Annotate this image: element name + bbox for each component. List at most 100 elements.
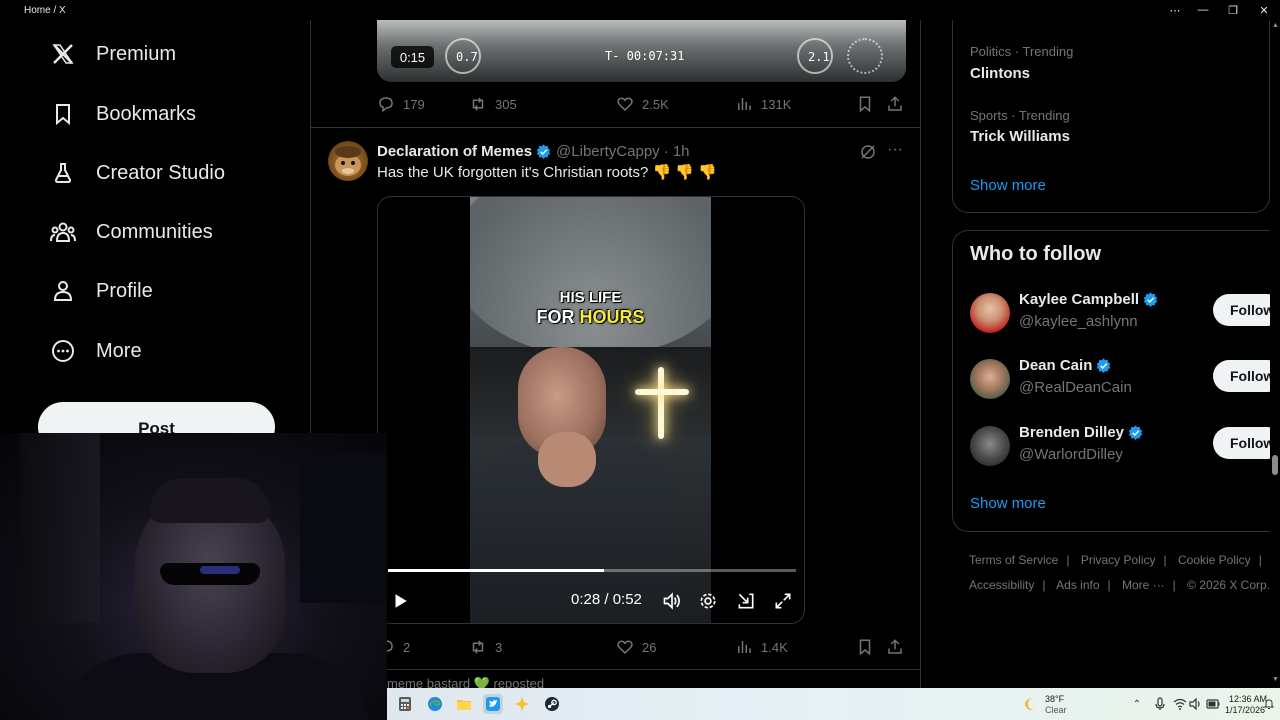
reply-count: 179 <box>403 96 425 112</box>
video-progress-bar[interactable] <box>388 569 796 572</box>
repost-button[interactable]: 3 <box>469 638 502 656</box>
video-caption-line1: HIS LIFE <box>559 289 622 306</box>
more-circle-icon <box>50 338 76 364</box>
bookmark-button[interactable] <box>856 95 874 113</box>
video-caption-highlight: HOURS <box>579 307 645 327</box>
share-button[interactable] <box>886 638 904 656</box>
sidebar-item-label: More <box>96 339 142 362</box>
views-count: 131K <box>761 96 792 112</box>
close-icon[interactable]: ✕ <box>1249 0 1279 20</box>
bookmark-icon <box>859 96 871 113</box>
footer-link[interactable]: More ··· <box>1122 578 1165 592</box>
follow-suggestion[interactable]: Brenden Dilley @WarlordDilley Follow <box>970 424 1280 472</box>
bookmark-button[interactable] <box>856 638 874 656</box>
like-button[interactable]: 26 <box>616 638 656 656</box>
views-button[interactable]: 131K <box>735 95 791 113</box>
trends-show-more-link[interactable]: Show more <box>970 177 1046 194</box>
microphone-icon[interactable] <box>1150 694 1170 714</box>
page-scrollbar[interactable]: ▲ ▼ <box>1270 20 1280 688</box>
calculator-icon[interactable] <box>395 694 415 714</box>
previous-tweet-video[interactable]: 0:15 0.7 T- 00:07:31 2.1 <box>377 20 906 82</box>
taskbar: 38°F Clear ⌃ 12:36 AM 1/17/2026 <box>387 688 1280 720</box>
video-caption-line2: FOR HOURS <box>470 307 711 328</box>
clock-date[interactable]: 1/17/2026 <box>1225 705 1265 715</box>
flask-icon <box>50 160 76 186</box>
weather-moon-icon[interactable] <box>1021 694 1041 714</box>
scroll-down-icon[interactable]: ▼ <box>1272 676 1279 683</box>
sidebar-item-label: Premium <box>96 42 177 65</box>
video-caption-word: FOR <box>536 307 575 327</box>
copyright: © 2026 X Corp. <box>1187 578 1271 592</box>
scroll-up-icon[interactable]: ▲ <box>1272 22 1279 29</box>
sidebar-item-communities[interactable]: Communities <box>38 208 225 256</box>
suggestion-handle[interactable]: @WarlordDilley <box>1019 446 1123 463</box>
grok-icon[interactable] <box>859 143 877 166</box>
follow-suggestion[interactable]: Kaylee Campbell @kaylee_ashlynn Follow <box>970 291 1280 339</box>
video-frame: HIS LIFE FOR HOURS <box>470 197 711 623</box>
footer-link[interactable]: Privacy Policy <box>1081 553 1156 567</box>
scrollbar-thumb[interactable] <box>1272 455 1278 475</box>
avatar[interactable] <box>328 141 368 181</box>
suggestion-handle[interactable]: @kaylee_ashlynn <box>1019 313 1138 330</box>
share-button[interactable] <box>886 95 904 113</box>
twitter-app-icon[interactable] <box>483 694 503 714</box>
suggestion-name[interactable]: Kaylee Campbell <box>1019 291 1159 308</box>
weather-desc: Clear <box>1045 705 1067 715</box>
steam-icon[interactable] <box>542 694 562 714</box>
volume-icon[interactable] <box>660 589 684 613</box>
tray-chevron-up-icon[interactable]: ⌃ <box>1127 694 1147 714</box>
sidebar-item-label: Profile <box>96 279 153 302</box>
trend-name[interactable]: Trick Williams <box>970 128 1070 145</box>
author-handle[interactable]: @LibertyCappy <box>556 143 660 160</box>
who-to-follow-title: Who to follow <box>970 243 1102 265</box>
trend-meta: Politics · Trending <box>970 44 1074 59</box>
verified-badge-icon <box>1128 425 1143 440</box>
repost-indicator[interactable]: meme bastard 💚 reposted <box>387 676 544 688</box>
reply-button[interactable]: 179 <box>377 95 425 113</box>
who-to-follow-show-more-link[interactable]: Show more <box>970 495 1046 512</box>
settings-icon[interactable] <box>696 589 720 613</box>
repost-icon <box>472 640 484 654</box>
sidebar-item-premium[interactable]: Premium <box>38 30 188 78</box>
heart-icon <box>617 640 633 655</box>
minimize-icon[interactable]: — <box>1188 0 1218 20</box>
footer-link[interactable]: Terms of Service <box>969 553 1058 567</box>
suggestion-name[interactable]: Brenden Dilley <box>1019 424 1144 441</box>
footer-link[interactable]: Cookie Policy <box>1178 553 1251 567</box>
sidebar-item-profile[interactable]: Profile <box>38 267 165 315</box>
tweet-text: Has the UK forgotten it's Christian root… <box>377 164 717 181</box>
footer-link[interactable]: Ads info <box>1056 578 1099 592</box>
tweet-video[interactable]: HIS LIFE FOR HOURS 0:28 / 0:52 <box>377 196 805 624</box>
restore-icon[interactable]: ❐ <box>1218 0 1248 20</box>
fullscreen-icon[interactable] <box>771 589 795 613</box>
edge-browser-icon[interactable] <box>425 694 445 714</box>
sidebar-item-bookmarks[interactable]: Bookmarks <box>38 90 208 138</box>
follow-suggestion[interactable]: Dean Cain @RealDeanCain Follow <box>970 357 1280 405</box>
avatar[interactable] <box>970 359 1010 399</box>
file-explorer-icon[interactable] <box>454 694 474 714</box>
repost-button[interactable]: 305 <box>469 95 517 113</box>
sidebar-item-creator-studio[interactable]: Creator Studio <box>38 149 237 197</box>
views-button[interactable]: 1.4K <box>735 638 788 656</box>
tweet-time[interactable]: · 1h <box>664 143 690 160</box>
right-sidebar: Politics · Trending Clintons Sports · Tr… <box>952 20 1280 688</box>
suggestion-name-text: Brenden Dilley <box>1019 424 1125 441</box>
like-button[interactable]: 2.5K <box>616 95 669 113</box>
suggestion-handle[interactable]: @RealDeanCain <box>1019 379 1132 396</box>
footer-link[interactable]: Accessibility <box>969 578 1034 592</box>
author-name[interactable]: Declaration of Memes <box>377 143 532 160</box>
picture-in-picture-icon[interactable] <box>734 589 758 613</box>
sidebar-item-more[interactable]: More <box>38 327 154 375</box>
battery-icon[interactable] <box>1203 694 1223 714</box>
tweet-actions: 2 3 26 1.4K <box>377 636 907 658</box>
tweet-more-icon[interactable]: ··· <box>887 141 903 159</box>
suggestion-name[interactable]: Dean Cain <box>1019 357 1112 374</box>
avatar[interactable] <box>970 293 1010 333</box>
trend-name[interactable]: Clintons <box>970 65 1030 82</box>
play-icon[interactable] <box>388 589 412 613</box>
avatar[interactable] <box>970 426 1010 466</box>
hud-countdown: T- 00:07:31 <box>605 49 685 63</box>
sticky-app-icon[interactable] <box>512 694 532 714</box>
more-icon[interactable]: ⋯ <box>1160 0 1190 20</box>
notification-bell-icon[interactable] <box>1262 694 1276 714</box>
